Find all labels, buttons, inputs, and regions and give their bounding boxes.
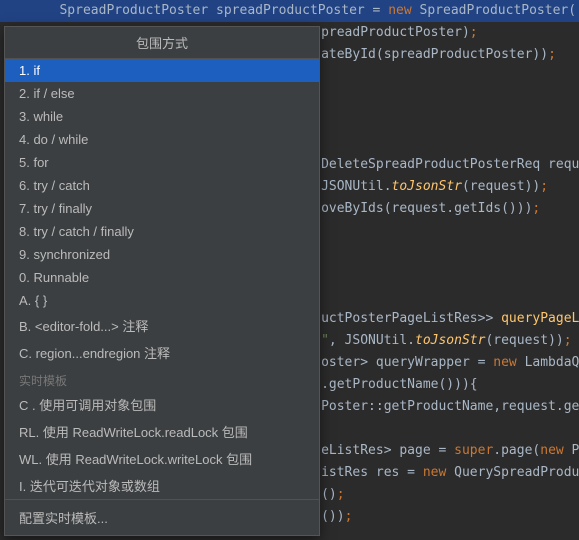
live-template-callable[interactable]: C . 使用可调用对象包围 xyxy=(5,391,319,418)
popup-list: 1. if 2. if / else 3. while 4. do / whil… xyxy=(5,59,319,366)
surround-with-popup: 包围方式 1. if 2. if / else 3. while 4. do /… xyxy=(4,26,320,536)
live-template-iterate[interactable]: I. 迭代可迭代对象或数组 xyxy=(5,472,319,499)
popup-item-region[interactable]: C. region...endregion 注释 xyxy=(5,339,319,366)
popup-item-do-while[interactable]: 4. do / while xyxy=(5,128,319,151)
popup-item-runnable[interactable]: 0. Runnable xyxy=(5,266,319,289)
popup-item-try-finally[interactable]: 7. try / finally xyxy=(5,197,319,220)
popup-item-while[interactable]: 3. while xyxy=(5,105,319,128)
popup-item-if-else[interactable]: 2. if / else xyxy=(5,82,319,105)
live-template-readlock[interactable]: RL. 使用 ReadWriteLock.readLock 包围 xyxy=(5,418,319,445)
popup-item-editor-fold[interactable]: B. <editor-fold...> 注释 xyxy=(5,312,319,339)
live-templates-list: C . 使用可调用对象包围 RL. 使用 ReadWriteLock.readL… xyxy=(5,391,319,499)
popup-title: 包围方式 xyxy=(5,27,319,59)
popup-item-if[interactable]: 1. if xyxy=(5,59,319,82)
configure-live-templates[interactable]: 配置实时模板... xyxy=(5,499,319,535)
popup-item-for[interactable]: 5. for xyxy=(5,151,319,174)
popup-item-braces[interactable]: A. { } xyxy=(5,289,319,312)
live-template-writelock[interactable]: WL. 使用 ReadWriteLock.writeLock 包围 xyxy=(5,445,319,472)
popup-section-header: 实时模板 xyxy=(5,366,319,391)
popup-item-try-catch[interactable]: 6. try / catch xyxy=(5,174,319,197)
popup-item-synchronized[interactable]: 9. synchronized xyxy=(5,243,319,266)
code-line: SpreadProductPoster spreadProductPoster … xyxy=(0,0,579,22)
popup-item-try-catch-finally[interactable]: 8. try / catch / finally xyxy=(5,220,319,243)
